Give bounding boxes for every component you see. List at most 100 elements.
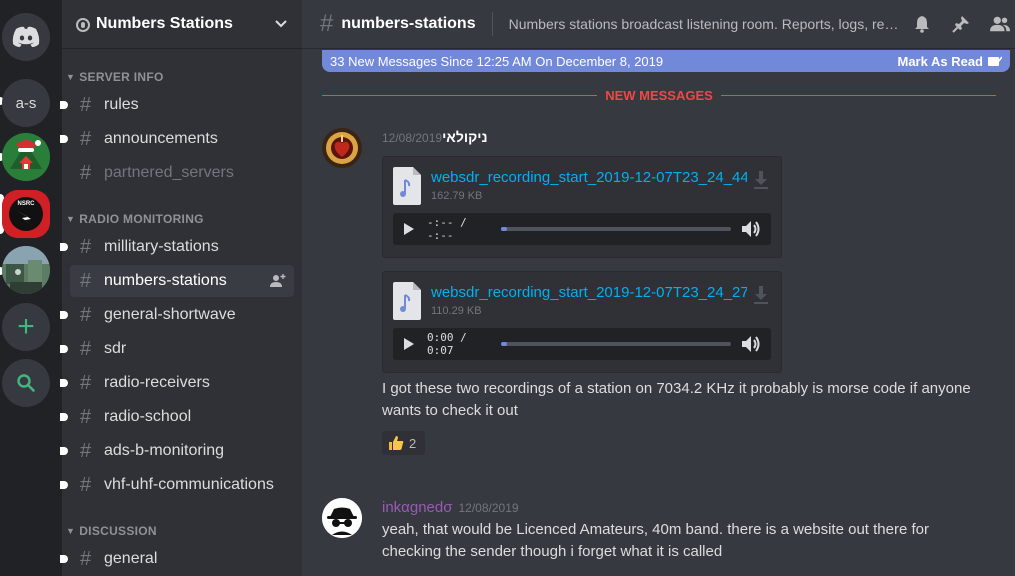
channel-label: numbers-stations	[104, 272, 227, 289]
create-invite-icon[interactable]	[270, 273, 286, 289]
play-icon[interactable]	[403, 337, 415, 351]
unread-indicator	[60, 243, 68, 251]
unread-indicator	[60, 379, 68, 387]
category-server-info[interactable]: ▼ SERVER INFO	[66, 70, 164, 84]
guild-header[interactable]: Numbers Stations	[62, 0, 302, 48]
new-messages-text: 33 New Messages Since 12:25 AM On Decemb…	[330, 53, 664, 69]
audio-attachment: websdr_recording_start_2019-12-07T23_24_…	[382, 156, 782, 258]
seek-progress	[501, 227, 507, 231]
channel-label: general-shortwave	[104, 306, 236, 323]
thumbs-up-icon	[389, 436, 404, 450]
avatar[interactable]	[322, 128, 362, 168]
channel-radio-school[interactable]: # radio-school	[60, 401, 294, 433]
hash-icon: #	[80, 303, 92, 326]
server-photo[interactable]	[2, 246, 50, 294]
channel-label: radio-receivers	[104, 374, 210, 391]
new-messages-bar[interactable]: 33 New Messages Since 12:25 AM On Decemb…	[322, 50, 1010, 72]
download-icon[interactable]	[753, 171, 769, 189]
avatar[interactable]	[322, 498, 362, 538]
pin-icon[interactable]	[951, 14, 971, 34]
sacred-heart-avatar-icon	[322, 128, 362, 168]
server-abbrev: a-s	[15, 94, 37, 112]
message-timestamp: 12/08/2019	[382, 131, 443, 145]
hash-icon: #	[80, 439, 92, 462]
channel-partnered-servers[interactable]: # partnered_servers	[70, 157, 294, 189]
channel-general-shortwave[interactable]: # general-shortwave	[60, 299, 294, 331]
playback-time: -:-- / -:--	[427, 216, 467, 242]
channel-numbers-stations[interactable]: # numbers-stations	[70, 265, 294, 297]
category-radio-monitoring[interactable]: ▼ RADIO MONITORING	[66, 212, 204, 226]
message-author[interactable]: ניקולאי	[442, 129, 487, 145]
new-messages-label: NEW MESSAGES	[605, 87, 713, 103]
server-nsrc[interactable]: NSRC	[2, 190, 50, 238]
caret-down-icon: ▼	[66, 526, 76, 536]
home-button[interactable]	[2, 13, 50, 61]
unread-indicator	[60, 447, 68, 455]
explore-servers-button[interactable]	[2, 359, 50, 407]
volume-icon[interactable]	[741, 220, 761, 238]
unread-indicator	[60, 101, 68, 109]
reaction-count: 2	[409, 435, 417, 451]
channel-topic[interactable]: Numbers stations broadcast listening roo…	[509, 16, 904, 32]
channel-vhf-uhf-communications[interactable]: # vhf-uhf-communications	[60, 469, 294, 501]
server-christmas[interactable]	[2, 133, 50, 181]
channel-general[interactable]: # general	[60, 543, 294, 575]
member-list-icon[interactable]	[990, 14, 1010, 34]
play-icon[interactable]	[403, 222, 415, 236]
chevron-down-icon	[275, 20, 287, 28]
reaction-button[interactable]: 2	[382, 431, 425, 455]
hash-icon: #	[80, 161, 92, 184]
header-divider	[491, 12, 493, 36]
unread-indicator	[60, 413, 68, 421]
hash-icon: #	[80, 547, 92, 570]
channel-rules[interactable]: # rules	[60, 89, 294, 121]
hash-icon: #	[80, 127, 92, 150]
nsrc-label: NSRC	[17, 201, 35, 207]
seek-progress	[501, 342, 507, 346]
message-text: I got these two recordings of a station …	[382, 380, 971, 419]
search-icon	[17, 374, 35, 392]
volume-icon[interactable]	[741, 335, 761, 353]
attachment-size: 110.29 KB	[431, 305, 482, 317]
channel-title: numbers-stations	[341, 15, 476, 32]
hash-icon: #	[80, 337, 92, 360]
unread-indicator	[60, 135, 68, 143]
bell-icon[interactable]	[912, 14, 932, 34]
hash-icon: #	[80, 93, 92, 116]
channel-label: ads-b-monitoring	[104, 442, 225, 459]
message-timestamp: 12/08/2019	[458, 501, 519, 515]
hash-icon: #	[80, 405, 92, 428]
chat-area: # numbers-stations Numbers stations broa…	[302, 0, 1015, 576]
audio-player: -:-- / -:--	[393, 213, 771, 245]
seek-bar[interactable]	[501, 227, 731, 231]
channel-announcements[interactable]: # announcements	[60, 123, 294, 155]
channel-military-stations[interactable]: # millitary-stations	[60, 231, 294, 263]
mark-as-read-button[interactable]: Mark As Read	[898, 54, 1002, 69]
hash-icon: #	[320, 10, 334, 37]
attachment-filename[interactable]: websdr_recording_start_2019-12-07T23_24_…	[431, 284, 747, 301]
category-discussion[interactable]: ▼ DISCUSSION	[66, 524, 157, 538]
divider-line	[322, 94, 598, 96]
message-author[interactable]: inkαgnedσ	[382, 499, 452, 516]
channel-ads-b-monitoring[interactable]: # ads-b-monitoring	[60, 435, 294, 467]
channel-header: # numbers-stations Numbers stations broa…	[302, 0, 1015, 48]
mark-read-icon	[988, 56, 1002, 66]
add-server-button[interactable]: +	[2, 303, 50, 351]
hash-icon: #	[80, 371, 92, 394]
server-a-s[interactable]: a-s	[2, 79, 50, 127]
seek-bar[interactable]	[501, 342, 731, 346]
category-label: DISCUSSION	[79, 524, 157, 538]
channel-radio-receivers[interactable]: # radio-receivers	[60, 367, 294, 399]
attachment-size: 162.79 KB	[431, 190, 483, 202]
christmas-server-icon	[2, 133, 50, 181]
download-icon[interactable]	[753, 286, 769, 304]
attachment-filename[interactable]: websdr_recording_start_2019-12-07T23_24_…	[431, 169, 747, 186]
channel-label: radio-school	[104, 408, 192, 425]
channel-label: vhf-uhf-communications	[104, 476, 274, 493]
audio-attachment: websdr_recording_start_2019-12-07T23_24_…	[382, 271, 782, 373]
channel-label: partnered_servers	[104, 164, 234, 181]
channel-sdr[interactable]: # sdr	[60, 333, 294, 365]
category-label: RADIO MONITORING	[79, 212, 204, 226]
caret-down-icon: ▼	[66, 72, 76, 82]
server-rail: a-s NSRC +	[0, 0, 62, 576]
